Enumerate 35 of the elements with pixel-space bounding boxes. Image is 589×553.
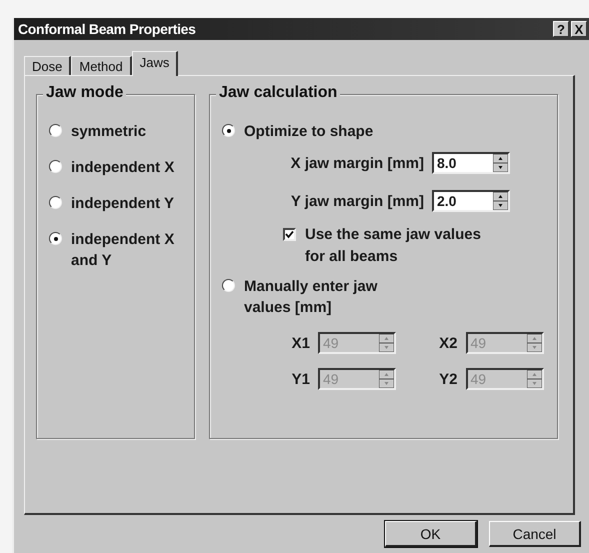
radio-button[interactable]: [222, 279, 235, 292]
field-label: X1: [290, 334, 310, 352]
dialog-button[interactable]: Cancel: [489, 521, 581, 547]
spin-field[interactable]: 2.0: [432, 190, 510, 212]
radio-label: symmetric: [71, 122, 148, 142]
radio-label: independent Y: [71, 194, 176, 214]
spin-down-icon[interactable]: [493, 201, 508, 210]
radio-button[interactable]: [49, 160, 62, 173]
radio-label: independent X and Y: [71, 230, 176, 271]
dialog-button[interactable]: OK: [385, 521, 477, 547]
field-label: X2: [438, 334, 458, 352]
field-label: X jaw margin [mm]: [290, 154, 424, 172]
checkbox[interactable]: [283, 228, 296, 241]
tab[interactable]: Dose: [24, 56, 72, 75]
radio-button[interactable]: [222, 124, 235, 137]
radio-button[interactable]: [49, 124, 62, 137]
field-label: Y1: [290, 370, 310, 388]
field-label: Y2: [438, 370, 458, 388]
spin-field[interactable]: 8.0: [432, 152, 510, 174]
window-title: Conformal Beam Properties: [18, 21, 197, 37]
radio-label: Optimize to shape: [244, 122, 374, 142]
spin-up-icon[interactable]: [493, 154, 508, 163]
close-button[interactable]: X: [571, 21, 587, 37]
radio-button[interactable]: [49, 232, 62, 245]
tab[interactable]: Jaws: [132, 51, 178, 76]
tab[interactable]: Method: [71, 56, 132, 75]
checkbox-label: Use the same jaw values for all beams: [305, 225, 482, 267]
check-icon: [285, 230, 294, 239]
help-button[interactable]: ?: [553, 21, 569, 37]
radio-label: Manually enter jaw values [mm]: [244, 277, 378, 318]
spin-up-icon[interactable]: [493, 192, 508, 201]
field-label: Y jaw margin [mm]: [290, 192, 424, 210]
spin-down-icon[interactable]: [493, 163, 508, 172]
radio-label: independent X: [71, 158, 176, 178]
radio-button[interactable]: [49, 196, 62, 209]
